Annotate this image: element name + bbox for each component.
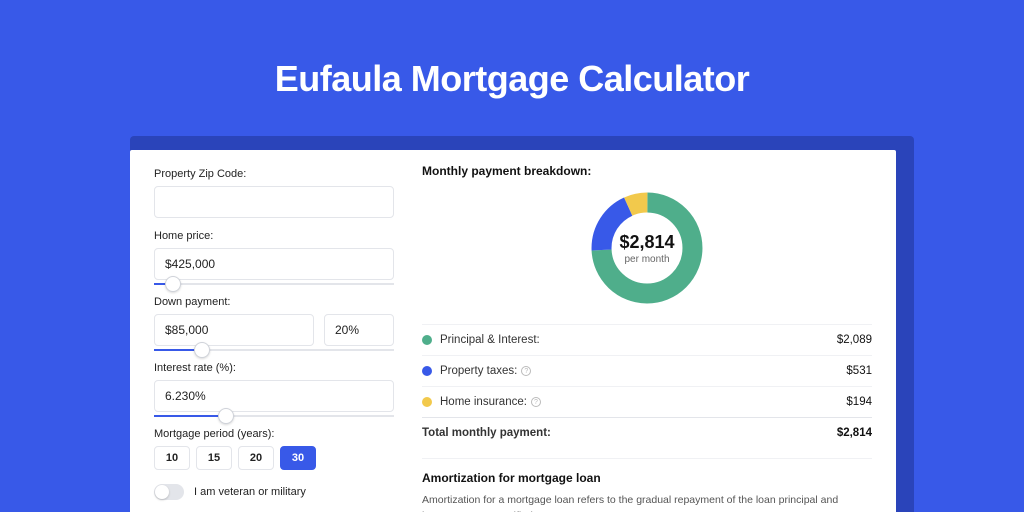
veteran-label: I am veteran or military — [194, 486, 306, 498]
breakdown-label: Property taxes: ? — [440, 365, 846, 377]
down-payment-percent-input[interactable] — [324, 314, 394, 346]
breakdown-row-insurance: Home insurance: ? $194 — [422, 386, 872, 417]
breakdown-row-taxes: Property taxes: ? $531 — [422, 355, 872, 386]
period-options: 10 15 20 30 — [154, 446, 394, 470]
home-price-slider[interactable] — [154, 278, 394, 292]
period-label: Mortgage period (years): — [154, 428, 394, 440]
results-panel: Monthly payment breakdown: $2,814 per mo… — [422, 164, 872, 512]
period-option-30[interactable]: 30 — [280, 446, 316, 470]
info-icon[interactable]: ? — [521, 366, 531, 376]
zip-input[interactable] — [154, 186, 394, 218]
breakdown-value: $194 — [846, 396, 872, 408]
donut-caption: per month — [624, 254, 669, 265]
interest-rate-label: Interest rate (%): — [154, 362, 394, 374]
breakdown-value: $531 — [846, 365, 872, 377]
home-price-input[interactable] — [154, 248, 394, 280]
legend-dot-green — [422, 335, 432, 345]
zip-label: Property Zip Code: — [154, 168, 394, 180]
input-panel: Property Zip Code: Home price: Down paym… — [154, 164, 394, 512]
breakdown-row-principal: Principal & Interest: $2,089 — [422, 324, 872, 355]
down-payment-slider[interactable] — [154, 344, 394, 358]
down-payment-amount-input[interactable] — [154, 314, 314, 346]
total-label: Total monthly payment: — [422, 427, 837, 439]
period-option-20[interactable]: 20 — [238, 446, 274, 470]
breakdown-label: Principal & Interest: — [440, 334, 837, 346]
interest-rate-slider[interactable] — [154, 410, 394, 424]
calculator-card: Property Zip Code: Home price: Down paym… — [130, 150, 896, 512]
period-option-15[interactable]: 15 — [196, 446, 232, 470]
breakdown-row-total: Total monthly payment: $2,814 — [422, 417, 872, 448]
period-option-10[interactable]: 10 — [154, 446, 190, 470]
legend-dot-blue — [422, 366, 432, 376]
info-icon[interactable]: ? — [531, 397, 541, 407]
amortization-title: Amortization for mortgage loan — [422, 471, 872, 485]
veteran-toggle[interactable] — [154, 484, 184, 500]
donut-amount: $2,814 — [619, 232, 674, 253]
down-payment-label: Down payment: — [154, 296, 394, 308]
breakdown-label: Home insurance: ? — [440, 396, 846, 408]
breakdown-value: $2,089 — [837, 334, 872, 346]
page-title: Eufaula Mortgage Calculator — [0, 0, 1024, 128]
amortization-section: Amortization for mortgage loan Amortizat… — [422, 458, 872, 512]
home-price-label: Home price: — [154, 230, 394, 242]
interest-rate-input[interactable] — [154, 380, 394, 412]
payment-donut-chart: $2,814 per month — [587, 188, 707, 308]
total-value: $2,814 — [837, 427, 872, 439]
legend-dot-yellow — [422, 397, 432, 407]
amortization-text: Amortization for a mortgage loan refers … — [422, 493, 872, 512]
breakdown-title: Monthly payment breakdown: — [422, 164, 872, 178]
